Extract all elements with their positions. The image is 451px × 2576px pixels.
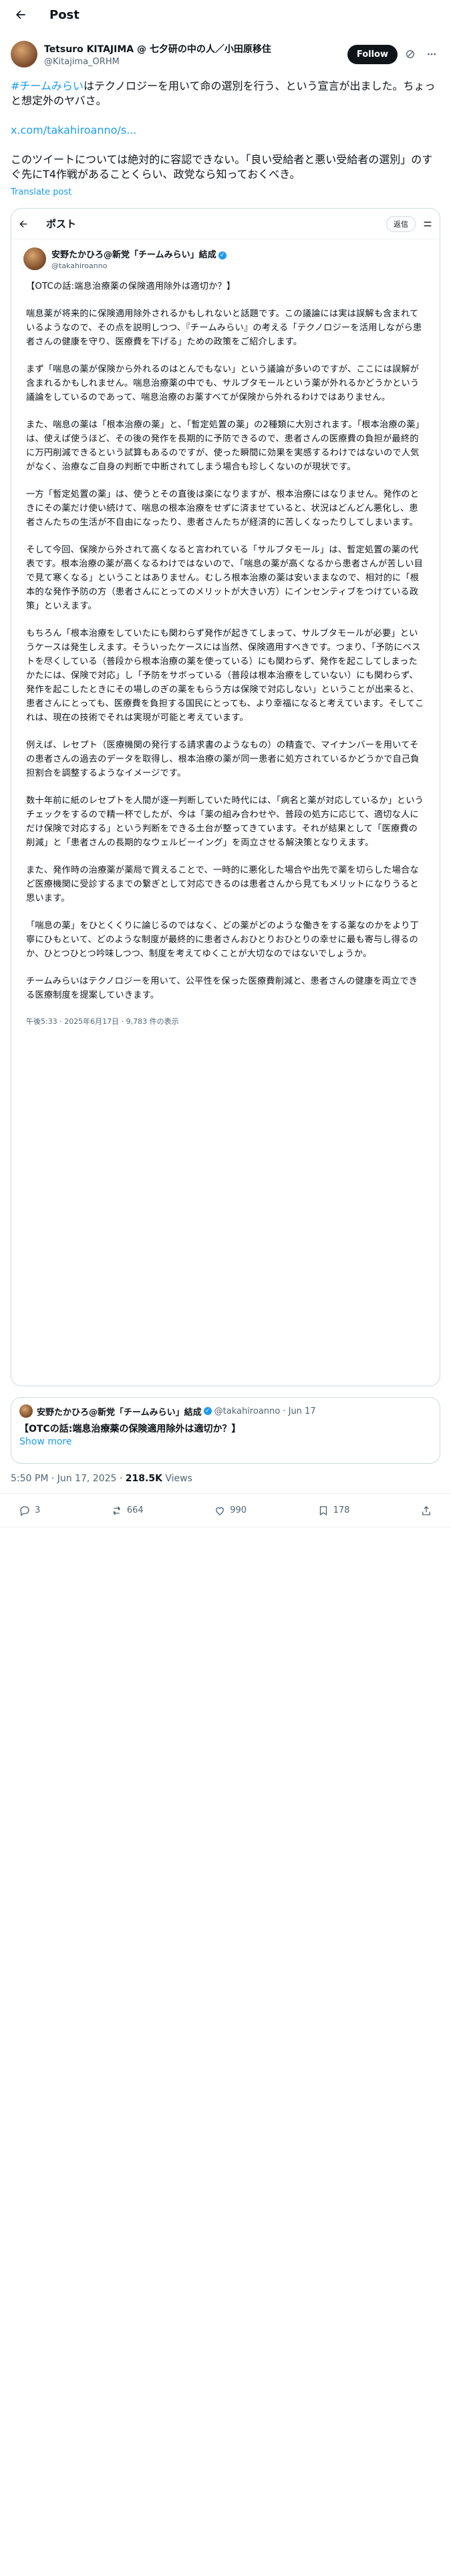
- back-arrow-icon[interactable]: [11, 5, 31, 25]
- translate-link[interactable]: Translate post: [0, 187, 451, 197]
- action-bar: 3 664 990 178: [0, 1494, 451, 1527]
- avatar[interactable]: [11, 41, 37, 68]
- reply-button[interactable]: 3: [19, 1505, 40, 1517]
- bookmark-button[interactable]: 178: [317, 1505, 350, 1517]
- screenshot-paragraph: また、発作時の治療薬が薬局で買えることで、一時的に悪化した場合や出先で薬を切らし…: [26, 865, 419, 903]
- share-icon: [422, 1505, 430, 1515]
- author-handle[interactable]: @Kitajima_ORHM: [44, 57, 347, 67]
- quoted-post-header: 安野たかひろ@新党「チームみらい」結成 ✓ @takahiroanno · Ju…: [19, 1404, 432, 1418]
- reply-count: 3: [35, 1505, 41, 1515]
- reply-icon: [20, 1505, 29, 1516]
- post-timestamp[interactable]: 5:50 PM · Jun 17, 2025 ·: [11, 1473, 126, 1484]
- screenshot-settings-icon: [424, 221, 432, 226]
- author-name[interactable]: Tetsuro KITAJIMA @ 七夕研の中の人／小田原移住: [44, 42, 347, 56]
- follow-button[interactable]: Follow: [347, 44, 398, 64]
- post-link[interactable]: x.com/takahiroanno/s...: [11, 124, 136, 136]
- screenshot-author: 安野たかひろ@新党「チームみらい」結成 ✓ @takahiroanno: [11, 239, 440, 270]
- screenshot-author-name: 安野たかひろ@新党「チームみらい」結成: [51, 250, 216, 260]
- verified-badge-icon: ✓: [218, 251, 227, 259]
- screenshot-avatar: [23, 247, 46, 270]
- screenshot-title: ポスト: [46, 218, 77, 230]
- quoted-avatar: [19, 1404, 33, 1418]
- bookmark-count: 178: [333, 1505, 350, 1515]
- hashtag-link[interactable]: #チームみらい: [11, 80, 84, 92]
- quoted-post[interactable]: 安野たかひろ@新党「チームみらい」結成 ✓ @takahiroanno · Ju…: [11, 1397, 440, 1464]
- screenshot-paragraph: 喘息薬が将来的に保険適用除外されるかもしれないと話題です。この議論には実は誤解も…: [26, 309, 422, 347]
- verified-badge-icon: ✓: [203, 1407, 212, 1415]
- screenshot-back-icon: [19, 220, 27, 227]
- like-icon: [216, 1507, 224, 1515]
- view-count: 218.5K: [125, 1473, 162, 1484]
- page-empty-area: [0, 1527, 451, 2576]
- post-author: Tetsuro KITAJIMA @ 七夕研の中の人／小田原移住 @Kitaji…: [0, 29, 451, 71]
- screenshot-paragraph: 数十年前に紙のレセプトを人間が逐一判断していた時代には、「病名と薬が対応している…: [26, 796, 424, 848]
- repost-count: 664: [126, 1505, 144, 1515]
- page-title: Post: [49, 7, 80, 22]
- post-link-paragraph: x.com/takahiroanno/s...: [11, 123, 440, 138]
- screenshot-paragraph: 【OTCの話:端息治療薬の保険適用除外は適切か？】: [26, 282, 236, 292]
- repost-button[interactable]: 664: [111, 1505, 144, 1517]
- like-count: 990: [230, 1505, 247, 1515]
- screenshot-paragraph: まず「喘息の薬が保険から外れるのはとんでもない」という議論が多いのですが、ここに…: [26, 364, 420, 403]
- screenshot-header: ポスト 返信: [11, 209, 440, 239]
- more-icon[interactable]: [423, 45, 440, 63]
- post-paragraph-2: このツイートについては絶対的に容認できない。「良い受給者と悪い受給者の選別」のす…: [11, 153, 433, 181]
- screenshot-paragraph: 例えば、レセプト（医療機関の発行する請求書のようなもの）の精査で、マイナンバーを…: [26, 740, 420, 778]
- embedded-screenshot[interactable]: ポスト 返信 安野たかひろ@新党「チームみらい」結成 ✓ @takahiroann…: [11, 208, 440, 1386]
- post-body: #チームみらいはテクノロジーを用いて命の選別を行う、という宣言が出ました。ちょっ…: [0, 71, 451, 182]
- screenshot-paragraph: また、喘息の薬は「根本治療の薬」と、「暫定処置の薬」の2種類に大別されます。「根…: [26, 420, 424, 472]
- top-bar: Post: [0, 0, 451, 29]
- post-paragraph-1: #チームみらいはテクノロジーを用いて命の選別を行う、という宣言が出ました。ちょっ…: [11, 79, 440, 108]
- screenshot-meta: 午後5:33 · 2025年6月17日 · 9,783 件の表示: [26, 1017, 179, 1026]
- grok-icon[interactable]: [402, 45, 419, 63]
- share-button[interactable]: [420, 1505, 432, 1517]
- post-meta: 5:50 PM · Jun 17, 2025 · 218.5K Views: [0, 1464, 451, 1494]
- quoted-author-handle: @takahiroanno · Jun 17: [214, 1406, 316, 1416]
- screenshot-author-handle: @takahiroanno: [51, 261, 108, 270]
- screenshot-paragraph: 「喘息の薬」をひとくくりに論じるのではなく、どの薬がどのような働きをする薬なのか…: [26, 921, 419, 959]
- views-label: Views: [162, 1473, 192, 1484]
- screenshot-paragraph: 一方「暫定処置の薬」は、使うとその直後は楽になりますが、根本治療にはなりません。…: [26, 490, 419, 528]
- screenshot-reply-button: 返信: [386, 215, 416, 232]
- bookmark-icon: [319, 1505, 327, 1515]
- quoted-text: 【OTCの話:端息治療薬の保険適用除外は適切か？】: [19, 1424, 241, 1434]
- quoted-author-name: 安野たかひろ@新党「チームみらい」結成: [37, 1407, 202, 1418]
- screenshot-paragraph: チームみらいはテクノロジーを用いて、公平性を保った医療費削減と、患者さんの健康を…: [26, 976, 418, 1000]
- like-button[interactable]: 990: [214, 1505, 247, 1517]
- show-more-link[interactable]: Show more: [19, 1436, 432, 1447]
- screenshot-paragraph: もちろん「根本治療をしていたにも関わらず発作が起きてしまって、サルブタモールが必…: [26, 629, 424, 723]
- repost-icon: [113, 1506, 120, 1515]
- screenshot-body: 【OTCの話:端息治療薬の保険適用除外は適切か？】 喘息薬が将来的に保険適用除外…: [11, 270, 440, 1002]
- screenshot-paragraph: そして今回、保険から外されて高くなると言われている「サルブタモール」は、暫定処置…: [26, 545, 423, 611]
